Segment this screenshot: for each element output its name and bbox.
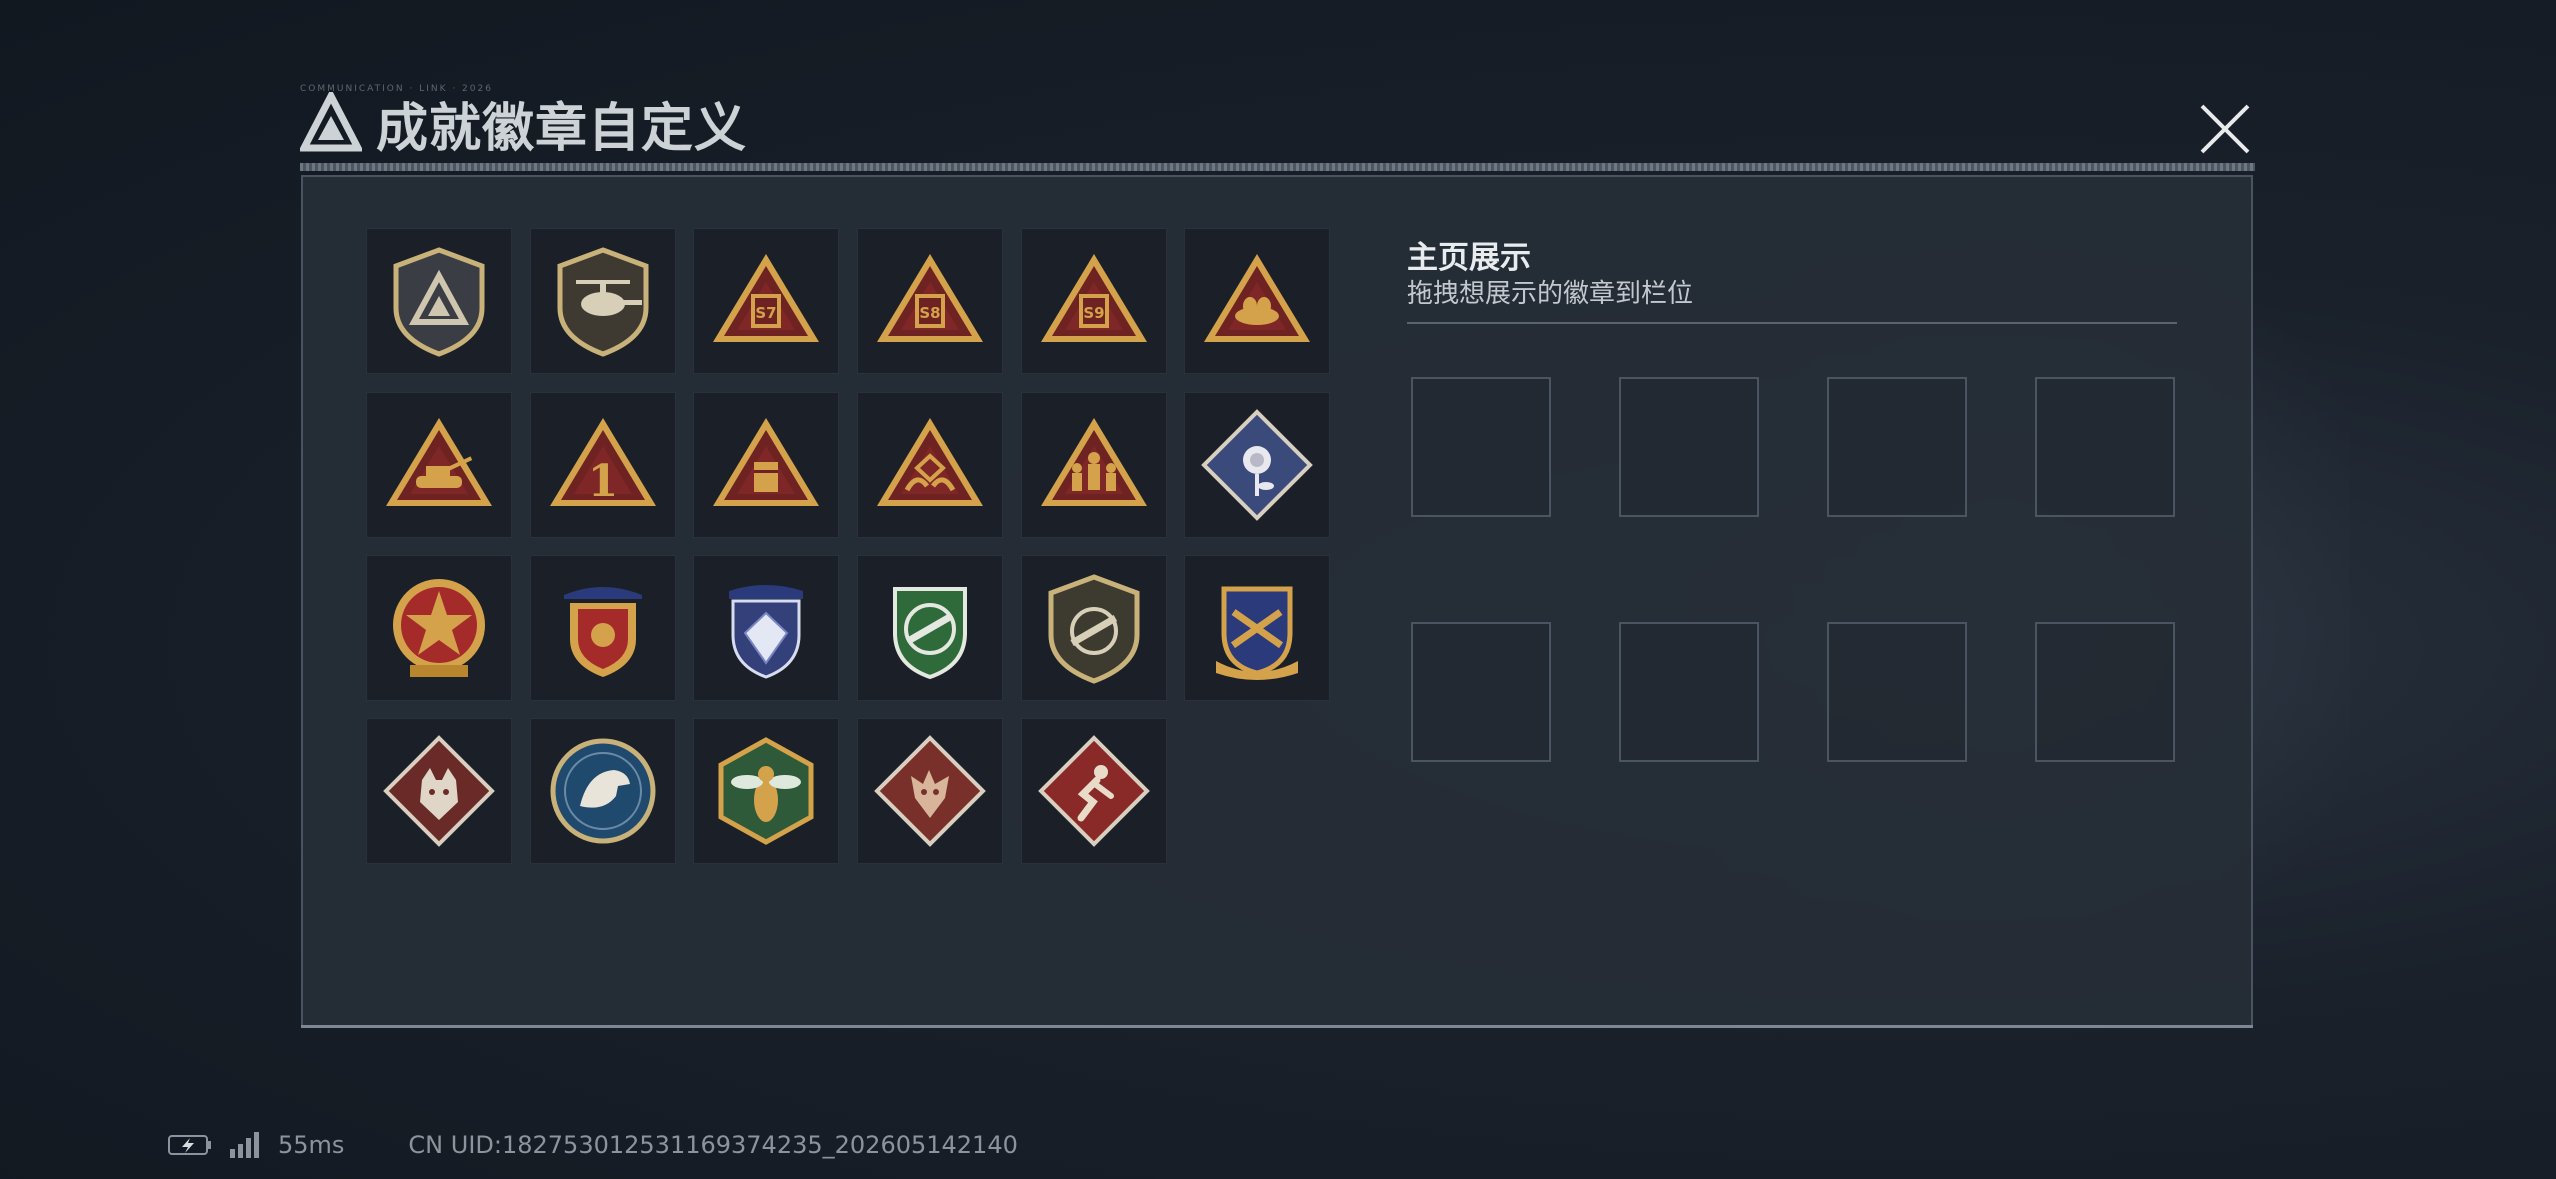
uid-text: CN UID:18275301253116937423​5_2026051421… xyxy=(408,1131,1018,1159)
badge-cell[interactable] xyxy=(366,555,512,701)
nest-eggs-badge-icon xyxy=(1204,254,1310,342)
svg-text:1: 1 xyxy=(588,456,619,507)
svg-text:S8: S8 xyxy=(919,304,940,322)
panel-bottom-line xyxy=(301,1025,2253,1028)
badge-cell[interactable] xyxy=(693,555,839,701)
showcase-slot[interactable] xyxy=(2035,622,2175,762)
number-one-badge-icon: 1 xyxy=(550,418,656,507)
badge-cell[interactable] xyxy=(1021,555,1167,701)
dialog-title: 成就徽章自定义 xyxy=(376,98,748,159)
badge-cell[interactable]: 1 xyxy=(530,392,676,538)
crate-badge-icon xyxy=(713,418,819,506)
showcase-slot[interactable] xyxy=(1619,377,1759,517)
badge-cell[interactable] xyxy=(857,555,1003,701)
badge-cell[interactable] xyxy=(366,392,512,538)
helicopter-shield-icon xyxy=(557,247,649,357)
diamond-crest-icon xyxy=(729,585,803,679)
status-bar: 55ms CN UID:18275301253116937423​5_20260… xyxy=(168,1128,1018,1162)
badge-cell[interactable] xyxy=(693,718,839,864)
s9-season-badge-icon: S9 xyxy=(1041,254,1147,342)
s7-season-badge-icon: S7 xyxy=(713,254,819,342)
badge-cell[interactable] xyxy=(1021,718,1167,864)
badge-cell[interactable] xyxy=(530,718,676,864)
badge-cell[interactable] xyxy=(1184,555,1330,701)
s8-season-badge-icon: S8 xyxy=(877,254,983,342)
badge-cell[interactable] xyxy=(530,555,676,701)
rifle-shield-icon xyxy=(1048,574,1140,684)
badge-cell[interactable] xyxy=(366,718,512,864)
showcase-slot[interactable] xyxy=(1411,377,1551,517)
soldiers-badge-icon xyxy=(1041,418,1147,506)
battery-icon xyxy=(168,1135,211,1155)
showcase-slot[interactable] xyxy=(1827,622,1967,762)
badge-cell[interactable] xyxy=(693,392,839,538)
badge-cell[interactable] xyxy=(1021,392,1167,538)
wings-crest-icon xyxy=(564,587,642,677)
badge-cell[interactable]: S9 xyxy=(1021,228,1167,374)
badge-cell[interactable] xyxy=(857,718,1003,864)
showcase-slot[interactable] xyxy=(1827,377,1967,517)
rose-diamond-badge-icon xyxy=(1201,409,1313,521)
showcase-slot[interactable] xyxy=(1411,622,1551,762)
showcase-title: 主页展示 xyxy=(1407,240,1531,276)
showcase-subtitle: 拖拽想展示的徽章到栏位 xyxy=(1407,279,1694,309)
tank-badge-icon xyxy=(386,418,492,506)
badge-cell[interactable]: S8 xyxy=(857,228,1003,374)
dialog-header: 成就徽章自定义 xyxy=(300,88,748,159)
showcase-divider xyxy=(1407,322,2177,324)
close-icon[interactable] xyxy=(2196,100,2254,158)
header-divider xyxy=(300,163,2255,171)
crossed-rifles-crest-icon xyxy=(1216,586,1298,680)
delta-shield-icon xyxy=(393,247,485,357)
badge-cell[interactable] xyxy=(1184,228,1330,374)
badge-cell[interactable] xyxy=(857,392,1003,538)
runner-diamond-icon xyxy=(1038,735,1150,847)
delta-logo-icon xyxy=(300,92,362,152)
showcase-slot[interactable] xyxy=(1619,622,1759,762)
badge-cell[interactable] xyxy=(366,228,512,374)
badge-cell[interactable] xyxy=(530,228,676,374)
ping-text: 55ms xyxy=(278,1131,345,1159)
badge-cell[interactable]: S7 xyxy=(693,228,839,374)
wolf-diamond-icon xyxy=(383,735,495,847)
wasp-hexagon-icon xyxy=(718,737,814,845)
eagle-round-icon xyxy=(550,738,656,844)
svg-text:S7: S7 xyxy=(755,304,776,322)
svg-text:S9: S9 xyxy=(1083,304,1104,322)
hands-badge-icon xyxy=(877,418,983,506)
signal-icon xyxy=(230,1132,259,1158)
green-rifle-crest-icon xyxy=(893,587,967,680)
badge-cell[interactable] xyxy=(1184,392,1330,538)
showcase-slot[interactable] xyxy=(2035,377,2175,517)
dragon-diamond-icon xyxy=(874,735,986,847)
star-medal-icon xyxy=(393,579,485,677)
